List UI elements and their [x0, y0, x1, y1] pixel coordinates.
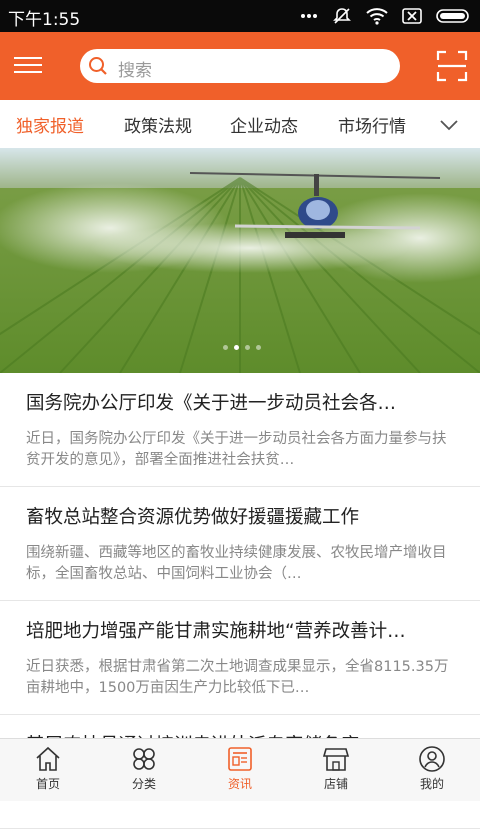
news-item[interactable]: 培肥地力增强产能甘肃实施耕地“营养改善计… 近日获悉，根据甘肃省第二次土地调查成… [0, 601, 480, 715]
nav-home[interactable]: 首页 [13, 745, 83, 792]
news-title: 国务院办公厅印发《关于进一步动员社会各… [26, 393, 397, 414]
app-bar: 搜索 [0, 32, 480, 100]
scan-button[interactable] [436, 50, 468, 82]
status-bar: 下午1:55 [0, 0, 480, 32]
news-summary: 近日获悉，根据甘肃省第二次土地调查成果显示，全省8115.35万亩耕地中，150… [26, 659, 449, 696]
nav-label: 分类 [131, 777, 156, 791]
banner-carousel[interactable] [0, 148, 480, 373]
tab-exclusive[interactable]: 独家报道 [16, 112, 84, 137]
battery-icon [436, 7, 472, 29]
mute-icon [332, 6, 352, 30]
nav-store[interactable]: 店铺 [301, 745, 371, 792]
status-time: 下午1:55 [8, 10, 81, 30]
category-icon [133, 748, 155, 770]
tab-policy[interactable]: 政策法规 [124, 112, 192, 137]
news-icon [228, 747, 252, 771]
news-title: 畜牧总站整合资源优势做好援疆援藏工作 [26, 507, 360, 528]
more-dots-icon [300, 7, 318, 29]
news-summary: 围绕新疆、西藏等地区的畜牧业持续健康发展、农牧民增产增收目标，全国畜牧总站、中国… [26, 545, 447, 582]
news-item[interactable]: 国务院办公厅印发《关于进一步动员社会各… 近日，国务院办公厅印发《关于进一步动员… [0, 373, 480, 487]
banner-image [0, 148, 480, 373]
menu-button[interactable] [14, 52, 42, 80]
nav-label: 我的 [419, 777, 444, 791]
category-tabs: 独家报道 政策法规 企业动态 市场行情 [0, 100, 480, 149]
carousel-indicator [223, 345, 261, 350]
scan-icon [436, 50, 468, 86]
news-title: 培肥地力增强产能甘肃实施耕地“营养改善计… [26, 621, 406, 642]
nav-label: 首页 [35, 777, 60, 791]
chevron-down-icon [440, 120, 458, 131]
nav-label: 店铺 [323, 777, 348, 791]
nav-label: 资讯 [227, 777, 252, 791]
search-placeholder: 搜索 [118, 61, 152, 81]
tab-company-news[interactable]: 企业动态 [230, 112, 298, 137]
status-icons [300, 6, 472, 30]
wifi-icon [366, 7, 388, 29]
no-sim-icon [402, 7, 422, 29]
bottom-nav: 首页 分类 资讯 店铺 我的 [0, 738, 480, 801]
news-item[interactable]: 畜牧总站整合资源优势做好援疆援藏工作 围绕新疆、西藏等地区的畜牧业持续健康发展、… [0, 487, 480, 601]
nav-category[interactable]: 分类 [109, 745, 179, 792]
tab-market[interactable]: 市场行情 [338, 112, 406, 137]
nav-news[interactable]: 资讯 [205, 745, 275, 792]
news-summary: 近日，国务院办公厅印发《关于进一步动员社会各方面力量参与扶贫开发的意见》，部署全… [26, 431, 447, 468]
expand-tabs-button[interactable] [440, 116, 458, 134]
search-bar[interactable]: 搜索 [80, 49, 400, 83]
nav-profile[interactable]: 我的 [397, 745, 467, 792]
home-icon [36, 746, 60, 771]
menu-icon [14, 57, 42, 59]
search-icon [88, 56, 108, 76]
profile-icon [419, 746, 445, 772]
store-icon [322, 748, 350, 771]
